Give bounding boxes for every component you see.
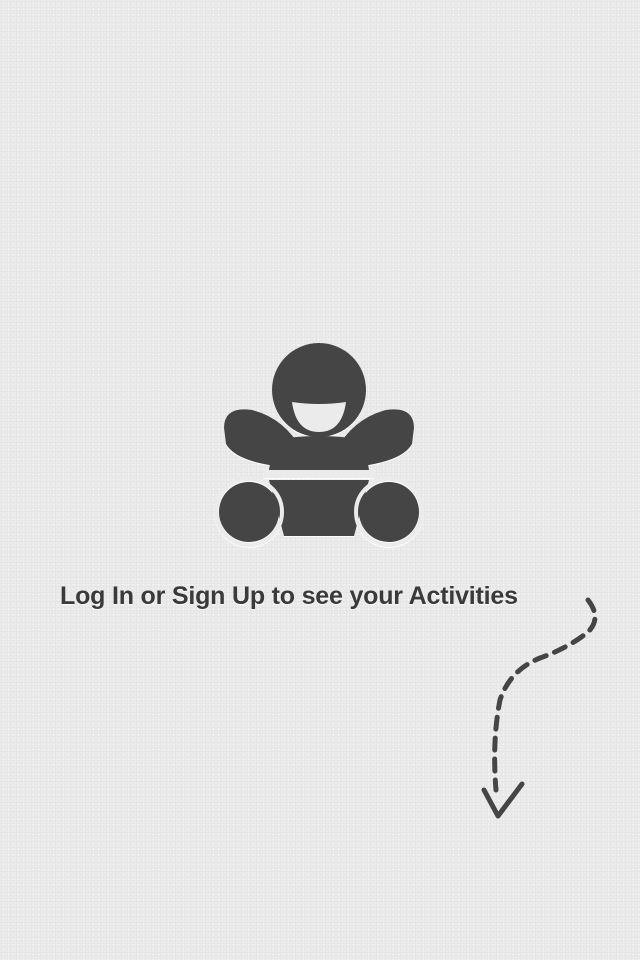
dashed-arrow-down-icon [470,590,620,830]
activities-empty-screen: Log In or Sign Up to see your Activities [0,0,640,960]
baby-icon [214,340,424,550]
